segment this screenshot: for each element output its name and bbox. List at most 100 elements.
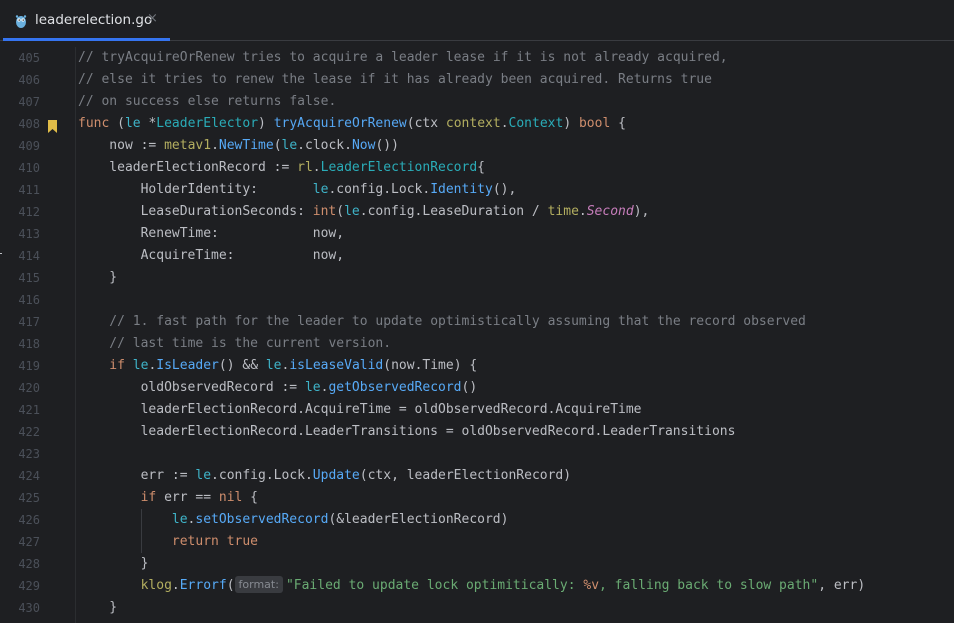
line-number[interactable]: 414 <box>0 245 40 267</box>
code-token: %v <box>583 578 600 593</box>
bookmark-icon[interactable] <box>48 118 57 133</box>
code-line[interactable]: // on success else returns false. <box>78 91 336 113</box>
line-number[interactable]: 419 <box>0 355 40 377</box>
line-number[interactable]: 415 <box>0 267 40 289</box>
line-number[interactable]: 425 <box>0 487 40 509</box>
code-token: LeaderElectionRecord <box>320 160 478 175</box>
code-editor[interactable]: leaderelection.go × 405 406 407 408 409 410 41… <box>0 0 954 623</box>
code-token: nil <box>218 490 243 505</box>
line-number[interactable]: 407 <box>0 91 40 113</box>
code-token: leaderElectionRecord := <box>109 160 298 175</box>
code-token: // last time is the current version. <box>109 336 392 351</box>
line-number[interactable]: 427 <box>0 531 40 553</box>
code-token: setObservedRecord <box>195 512 329 527</box>
code-line[interactable]: // else it tries to renew the lease if i… <box>78 69 712 91</box>
code-token: le <box>265 358 282 373</box>
code-token: (now.Time) { <box>383 358 478 373</box>
code-token: * <box>140 116 157 131</box>
line-number[interactable]: 408 <box>0 113 40 135</box>
code-token: Context <box>508 116 564 131</box>
code-line[interactable]: err := le.config.Lock.Update(ctx, leader… <box>141 465 572 487</box>
code-line[interactable]: if err == nil { <box>141 487 258 509</box>
code-line[interactable]: } <box>109 597 117 619</box>
line-number[interactable]: 416 <box>0 289 40 311</box>
code-token: (&leaderElectionRecord) <box>328 512 509 527</box>
line-number[interactable]: 411 <box>0 179 40 201</box>
line-number[interactable]: 423 <box>0 443 40 465</box>
line-number[interactable]: 429 <box>0 575 40 597</box>
code-line[interactable]: } <box>141 553 149 575</box>
gutter-divider <box>75 47 76 623</box>
code-token: ) <box>258 116 274 131</box>
code-token: le <box>195 468 212 483</box>
code-line[interactable]: // 1. fast path for the leader to update… <box>109 311 806 333</box>
line-number[interactable]: 406 <box>0 69 40 91</box>
code-token: ), <box>633 204 650 219</box>
code-token: int <box>312 204 337 219</box>
code-token: getObservedRecord <box>328 380 462 395</box>
code-token: leaderElectionRecord.AcquireTime = oldOb… <box>140 402 642 417</box>
code-token: . <box>211 138 219 153</box>
code-token: le <box>171 512 188 527</box>
code-token: ( <box>336 204 345 219</box>
code-token: HolderIdentity: <box>140 182 313 197</box>
line-number[interactable]: 405 <box>0 47 40 69</box>
code-token: // else it tries to renew the lease if i… <box>78 72 712 87</box>
line-number[interactable]: 418 <box>0 333 40 355</box>
code-token: LeaseDurationSeconds: <box>140 204 313 219</box>
code-line[interactable]: now := metav1.NewTime(le.clock.Now()) <box>109 135 399 157</box>
code-line[interactable]: } <box>109 267 117 289</box>
code-line[interactable]: HolderIdentity: le.config.Lock.Identity(… <box>141 179 517 201</box>
code-token: . <box>312 160 321 175</box>
code-token: Identity <box>430 182 493 197</box>
code-token: return <box>171 534 219 549</box>
tab-leaderelection-go[interactable]: leaderelection.go <box>3 1 170 41</box>
code-line[interactable]: RenewTime: now, <box>141 223 345 245</box>
line-number[interactable]: 409 <box>0 135 40 157</box>
code-line[interactable]: LeaseDurationSeconds: int(le.config.Leas… <box>141 201 650 223</box>
code-token: .config.Lock. <box>328 182 431 197</box>
code-token: { <box>242 490 259 505</box>
line-number[interactable]: 410 <box>0 157 40 179</box>
code-token: now := <box>109 138 165 153</box>
code-token: if <box>109 358 125 373</box>
code-token: .clock. <box>297 138 352 153</box>
line-number[interactable]: 421 <box>0 399 40 421</box>
code-line[interactable]: return true <box>172 531 258 553</box>
line-number[interactable]: 413 <box>0 223 40 245</box>
code-line[interactable]: func (le *LeaderElector) tryAcquireOrRen… <box>78 113 626 135</box>
code-line[interactable]: // last time is the current version. <box>109 333 391 355</box>
code-token: () <box>461 380 478 395</box>
line-number[interactable]: 428 <box>0 553 40 575</box>
code-token: isLeaseValid <box>289 358 384 373</box>
code-line[interactable]: leaderElectionRecord.AcquireTime = oldOb… <box>141 399 642 421</box>
code-token: ( <box>109 116 125 131</box>
line-number[interactable]: 426 <box>0 509 40 531</box>
line-number[interactable]: 430 <box>0 597 40 619</box>
code-token: context <box>445 116 501 131</box>
code-token: bool <box>578 116 611 131</box>
code-line[interactable]: le.setObservedRecord(&leaderElectionReco… <box>172 509 509 531</box>
code-line[interactable]: leaderElectionRecord.LeaderTransitions =… <box>141 421 736 443</box>
code-line[interactable]: if le.IsLeader() && le.isLeaseValid(now.… <box>109 355 477 377</box>
code-line[interactable]: // tryAcquireOrRenew tries to acquire a … <box>78 47 728 69</box>
line-number[interactable]: 412 <box>0 201 40 223</box>
code-token: LeaderElector <box>156 116 259 131</box>
code-token: le <box>281 138 298 153</box>
line-number[interactable]: 420 <box>0 377 40 399</box>
code-token: () && <box>218 358 266 373</box>
code-token: RenewTime: now, <box>140 226 345 241</box>
code-token: ( <box>273 138 282 153</box>
code-line[interactable]: AcquireTime: now, <box>141 245 345 267</box>
line-number[interactable]: 424 <box>0 465 40 487</box>
code-token: le <box>312 182 329 197</box>
code-line[interactable]: klog.Errorf(format: "Failed to update loc… <box>141 575 865 597</box>
code-line[interactable]: leaderElectionRecord := rl.LeaderElectio… <box>109 157 485 179</box>
line-number[interactable]: 417 <box>0 311 40 333</box>
close-icon[interactable]: × <box>147 11 158 26</box>
line-number[interactable]: 422 <box>0 421 40 443</box>
code-token: true <box>226 534 258 549</box>
code-token: le <box>344 204 360 219</box>
code-line[interactable]: oldObservedRecord := le.getObservedRecor… <box>141 377 478 399</box>
